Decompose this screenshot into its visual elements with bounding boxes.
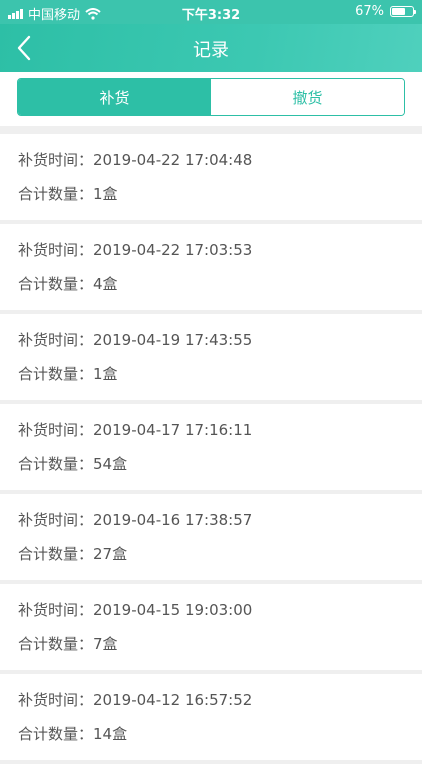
record-qty-label: 合计数量： xyxy=(18,725,94,743)
record-item[interactable]: 补货时间：2019-04-16 17:38:57 合计数量：27盒 xyxy=(0,494,422,580)
status-bar: 中国移动 下午3:32 67% xyxy=(0,0,422,24)
record-qty-row: 合计数量：4盒 xyxy=(18,260,422,294)
record-item[interactable]: 补货时间：2019-04-17 17:16:11 合计数量：54盒 xyxy=(0,404,422,490)
record-qty-label: 合计数量： xyxy=(18,185,94,203)
battery-icon xyxy=(390,6,416,17)
battery-percent: 67% xyxy=(355,4,384,19)
record-time-label: 补货时间： xyxy=(18,241,94,259)
record-qty-row: 合计数量：27盒 xyxy=(18,530,422,564)
record-qty-value: 4盒 xyxy=(93,275,118,293)
record-time-label: 补货时间： xyxy=(18,151,94,169)
page-title: 记录 xyxy=(193,40,229,61)
record-qty-value: 7盒 xyxy=(93,635,118,653)
record-qty-value: 1盒 xyxy=(93,185,118,203)
record-time-row: 补货时间：2019-04-19 17:43:55 xyxy=(18,314,422,350)
nav-bar: 记录 xyxy=(0,24,422,72)
battery-fill xyxy=(392,8,405,15)
record-time-row: 补货时间：2019-04-22 17:04:48 xyxy=(18,134,422,170)
record-time-row: 补货时间：2019-04-16 17:38:57 xyxy=(18,494,422,530)
tab-bar: 补货 撤货 xyxy=(17,78,405,116)
tab-withdraw[interactable]: 撤货 xyxy=(211,79,404,115)
record-time-value: 2019-04-22 17:03:53 xyxy=(93,241,253,259)
record-time-label: 补货时间： xyxy=(18,691,94,709)
record-time-row: 补货时间：2019-04-12 16:57:52 xyxy=(18,674,422,710)
tab-bar-container: 补货 撤货 xyxy=(0,72,422,126)
record-qty-row: 合计数量：14盒 xyxy=(18,710,422,744)
record-qty-row: 合计数量：1盒 xyxy=(18,350,422,384)
record-list: 补货时间：2019-04-22 17:04:48 合计数量：1盒 补货时间：20… xyxy=(0,134,422,764)
record-time-label: 补货时间： xyxy=(18,511,94,529)
record-qty-row: 合计数量：1盒 xyxy=(18,170,422,204)
record-time-label: 补货时间： xyxy=(18,421,94,439)
status-right: 67% xyxy=(355,4,416,19)
record-time-value: 2019-04-16 17:38:57 xyxy=(93,511,253,529)
record-time-label: 补货时间： xyxy=(18,331,94,349)
record-time-label: 补货时间： xyxy=(18,601,94,619)
record-qty-label: 合计数量： xyxy=(18,455,94,473)
record-qty-value: 54盒 xyxy=(93,455,128,473)
record-qty-row: 合计数量：54盒 xyxy=(18,440,422,474)
record-item[interactable]: 补货时间：2019-04-19 17:43:55 合计数量：1盒 xyxy=(0,314,422,400)
record-qty-value: 14盒 xyxy=(93,725,128,743)
record-qty-label: 合计数量： xyxy=(18,635,94,653)
record-item[interactable]: 补货时间：2019-04-22 17:03:53 合计数量：4盒 xyxy=(0,224,422,310)
record-time-row: 补货时间：2019-04-22 17:03:53 xyxy=(18,224,422,260)
record-time-value: 2019-04-22 17:04:48 xyxy=(93,151,253,169)
record-qty-value: 1盒 xyxy=(93,365,118,383)
record-qty-value: 27盒 xyxy=(93,545,128,563)
record-time-value: 2019-04-12 16:57:52 xyxy=(93,691,253,709)
tab-restock[interactable]: 补货 xyxy=(18,79,211,115)
record-qty-label: 合计数量： xyxy=(18,365,94,383)
record-qty-label: 合计数量： xyxy=(18,275,94,293)
record-qty-row: 合计数量：7盒 xyxy=(18,620,422,654)
record-item[interactable]: 补货时间：2019-04-15 19:03:00 合计数量：7盒 xyxy=(0,584,422,670)
record-time-value: 2019-04-17 17:16:11 xyxy=(93,421,253,439)
record-time-value: 2019-04-19 17:43:55 xyxy=(93,331,253,349)
record-qty-label: 合计数量： xyxy=(18,545,94,563)
record-time-value: 2019-04-15 19:03:00 xyxy=(93,601,253,619)
record-time-row: 补货时间：2019-04-15 19:03:00 xyxy=(18,584,422,620)
record-item[interactable]: 补货时间：2019-04-22 17:04:48 合计数量：1盒 xyxy=(0,134,422,220)
record-item[interactable]: 补货时间：2019-04-12 16:57:52 合计数量：14盒 xyxy=(0,674,422,760)
record-time-row: 补货时间：2019-04-17 17:16:11 xyxy=(18,404,422,440)
